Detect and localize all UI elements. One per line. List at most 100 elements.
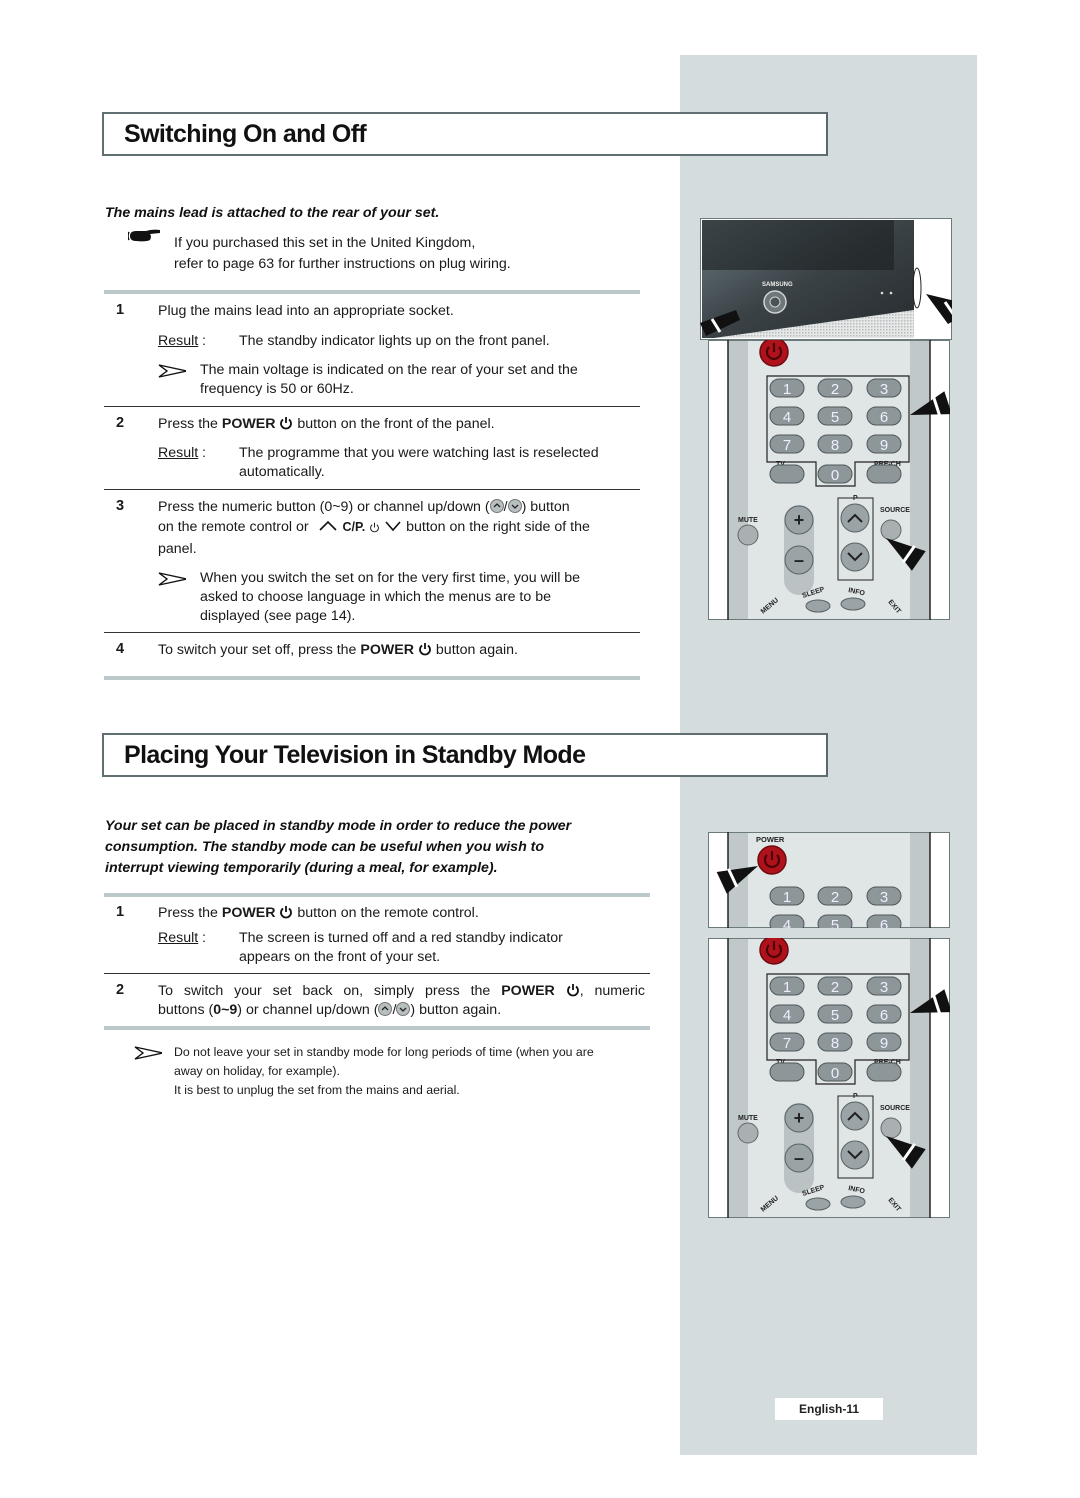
- channel-down-button: [840, 542, 870, 572]
- digit-label: 3: [880, 889, 888, 906]
- divider: [104, 632, 640, 633]
- note-line: away on holiday, for example).: [174, 1064, 340, 1078]
- digit-label: 1: [783, 889, 791, 906]
- info-button: [840, 597, 866, 611]
- digit-label: 4: [783, 409, 791, 426]
- volume-down-icon: –: [794, 550, 804, 570]
- remote-control-figure-2: 123456789TVPRE-CH0MUTE+–PSOURCESLEEPINFO…: [707, 935, 952, 1219]
- step-text: Press the POWER button on the front of t…: [158, 415, 495, 434]
- section-title-standby: Placing Your Television in Standby Mode: [102, 733, 828, 777]
- note-arrow-icon: [158, 572, 186, 586]
- result-text: The programme that you were watching las…: [239, 445, 599, 461]
- digit-label: 6: [880, 917, 888, 928]
- text: To switch your set back on, simply press…: [158, 983, 502, 999]
- remote-control-figure: 123456789TVPRE-CH0MUTE+–PSOURCESLEEPINFO…: [707, 337, 952, 621]
- step-text: on the remote control or C/P. button on …: [158, 518, 590, 537]
- remote-power-closeup-figure: POWER 1 2 3 4 5 6: [707, 831, 951, 934]
- power-label: POWER: [756, 835, 785, 844]
- step-text: Press the numeric button (0~9) or channe…: [158, 499, 570, 515]
- power-keyword: POWER: [221, 905, 276, 921]
- panel-up-icon: [319, 520, 337, 531]
- step-number: 3: [116, 498, 125, 514]
- digit-label: 2: [831, 889, 839, 906]
- step-number: 2: [116, 415, 125, 431]
- uk-note-line-2: refer to page 63 for further instruction…: [174, 256, 511, 272]
- digit-button: [866, 464, 902, 484]
- text: button again.: [431, 642, 518, 658]
- result-label: Result: [158, 930, 199, 946]
- source-label: SOURCE: [880, 507, 910, 514]
- digit-label: 9: [880, 437, 888, 454]
- sleep-button: [805, 1197, 831, 1211]
- volume-down-icon: –: [794, 1148, 804, 1168]
- section-intro: Your set can be placed in standby mode i…: [105, 818, 572, 834]
- page-number: English-11: [775, 1398, 883, 1420]
- colon: :: [202, 930, 206, 946]
- source-button: [880, 1117, 902, 1139]
- digit-label: 3: [880, 381, 888, 398]
- remote-control-drawing: 123456789TVPRE-CH0MUTE+–PSOURCESLEEPINFO…: [707, 337, 952, 621]
- digit-button: [769, 1062, 805, 1082]
- text: buttons (: [158, 1002, 214, 1018]
- power-keyword: POWER: [501, 983, 555, 999]
- note-line: It is best to unplug the set from the ma…: [174, 1083, 460, 1097]
- digit-label: 7: [783, 437, 791, 454]
- text: Press the numeric button (0~9) or channe…: [158, 499, 490, 515]
- result-text: The screen is turned off and a red stand…: [239, 930, 563, 946]
- digit-label: 0: [831, 467, 839, 484]
- step-number: 1: [116, 302, 125, 318]
- digit-label: 4: [783, 917, 791, 928]
- digit-label: 4: [783, 1007, 791, 1024]
- sleep-button: [805, 599, 831, 613]
- text: button on the right side of the: [406, 519, 590, 535]
- digit-button: [866, 1062, 902, 1082]
- uk-note-line-1: If you purchased this set in the United …: [174, 235, 476, 251]
- info-button: [840, 1195, 866, 1209]
- tv-front-panel-figure: SAMSUNG: [700, 218, 952, 340]
- result-text: automatically.: [239, 464, 325, 480]
- digits-keyword: 0~9: [213, 1002, 238, 1018]
- pointing-hand-icon: [128, 229, 160, 242]
- text: ) button: [521, 499, 570, 515]
- result-label: Result: [158, 445, 199, 461]
- digit-button: [769, 464, 805, 484]
- text: ) or channel up/down (: [237, 1002, 379, 1018]
- remote-power-drawing: POWER 1 2 3 4 5 6: [707, 831, 951, 934]
- divider: [104, 406, 640, 407]
- note-line: frequency is 50 or 60Hz.: [200, 381, 354, 397]
- colon: :: [202, 445, 206, 461]
- result-text: The standby indicator lights up on the f…: [239, 333, 550, 349]
- channel-down-button: [840, 1140, 870, 1170]
- text: button on the remote control.: [293, 905, 479, 921]
- step-text: Press the POWER button on the remote con…: [158, 904, 479, 923]
- digit-label: 2: [831, 381, 839, 398]
- digit-label: 9: [880, 1035, 888, 1052]
- step-text: To switch your set off, press the POWER …: [158, 641, 518, 660]
- section-title-text: Switching On and Off: [124, 120, 367, 148]
- step-number: 4: [116, 641, 125, 657]
- section-intro: interrupt viewing temporarily (during a …: [105, 860, 498, 876]
- note-line: When you switch the set on for the very …: [200, 570, 581, 586]
- note-arrow-icon: [158, 364, 186, 378]
- text: To switch your set off, press the: [158, 642, 361, 658]
- channel-down-icon: [507, 499, 522, 513]
- note-arrow-icon: [134, 1046, 162, 1060]
- digit-label: 8: [831, 1035, 839, 1052]
- section-title-text: Placing Your Television in Standby Mode: [124, 741, 586, 769]
- step-text: buttons (0~9) or channel up/down (/) but…: [158, 1002, 502, 1018]
- divider: [104, 893, 650, 897]
- power-icon: [419, 643, 431, 656]
- channel-up-button: [840, 503, 870, 533]
- digit-label: 1: [783, 979, 791, 996]
- digit-label: 8: [831, 437, 839, 454]
- power-keyword: POWER: [360, 642, 415, 658]
- p-label: P: [853, 495, 858, 502]
- divider: [104, 489, 640, 490]
- digit-label: 5: [831, 409, 839, 426]
- note-line: asked to choose language in which the me…: [200, 589, 551, 605]
- mute-label: MUTE: [738, 517, 758, 524]
- digit-label: 1: [783, 381, 791, 398]
- tv-brand-logo: SAMSUNG: [762, 282, 793, 288]
- digit-label: 7: [783, 1035, 791, 1052]
- section-intro: The mains lead is attached to the rear o…: [105, 205, 440, 221]
